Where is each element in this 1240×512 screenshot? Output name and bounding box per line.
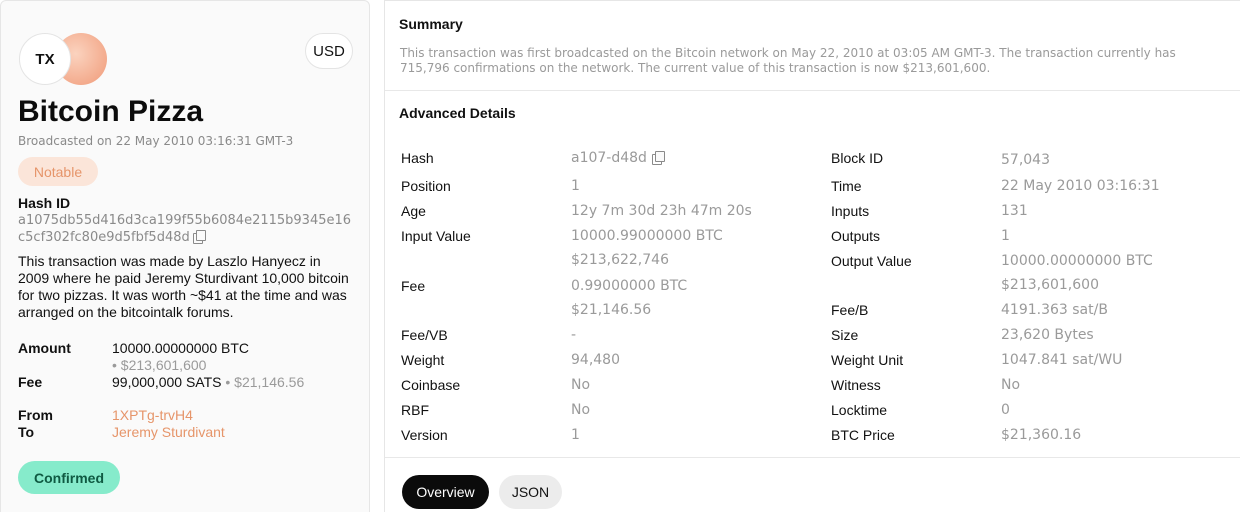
weight-value: 94,480 — [571, 352, 620, 368]
from-address-link[interactable]: 1XPTg-trvH4 — [112, 407, 193, 423]
weight-label: Weight — [401, 352, 445, 368]
tx-avatar: TX — [19, 33, 107, 85]
fee-value-row: 99,000,000 SATS • $21,146.56 — [112, 374, 304, 390]
tab-json[interactable]: JSON — [499, 475, 562, 509]
to-label: To — [18, 424, 35, 440]
witness-label: Witness — [831, 377, 881, 393]
amount-usd: • $213,601,600 — [112, 357, 207, 373]
size-label: Size — [831, 327, 859, 343]
output-value-usd: $213,601,600 — [1001, 277, 1099, 293]
tab-overview[interactable]: Overview — [402, 475, 489, 509]
block-id-link[interactable]: 57,043 — [1001, 152, 1050, 168]
block-id-label: Block ID — [831, 150, 884, 166]
size-value: 23,620 Bytes — [1001, 327, 1094, 343]
fee-usd: • $21,146.56 — [225, 374, 305, 390]
feevb-label: Fee/VB — [401, 327, 448, 343]
fee-label: Fee — [401, 278, 426, 294]
age-label: Age — [401, 203, 426, 219]
coinbase-label: Coinbase — [401, 377, 461, 393]
locktime-label: Locktime — [831, 402, 888, 418]
fee-btc: 0.99000000 BTC — [571, 278, 688, 294]
time-label: Time — [831, 178, 862, 194]
transaction-title: Bitcoin Pizza — [18, 95, 204, 128]
input-value-btc: 10000.99000000 BTC — [571, 228, 723, 244]
from-label: From — [18, 407, 53, 423]
locktime-value: 0 — [1001, 402, 1010, 418]
transaction-card: TX USD Bitcoin Pizza Broadcasted on 22 M… — [0, 0, 370, 512]
hash-value: a107-d48d — [571, 150, 665, 166]
time-value: 22 May 2010 03:16:31 — [1001, 178, 1160, 194]
btc-price-value: $21,360.16 — [1001, 427, 1082, 443]
coinbase-value: No — [571, 377, 591, 393]
summary-title: Summary — [399, 16, 463, 32]
inputs-value: 131 — [1001, 203, 1028, 219]
transaction-description: This transaction was made by Laszlo Hany… — [18, 253, 349, 320]
copy-icon[interactable] — [192, 230, 206, 244]
output-value-label: Output Value — [831, 253, 912, 269]
divider — [385, 90, 1240, 91]
output-value-btc: 10000.00000000 BTC — [1001, 253, 1153, 269]
input-value-label: Input Value — [401, 228, 471, 244]
hash-id-text: a1075db55d416d3ca199f55b6084e2115b9345e1… — [18, 213, 352, 245]
copy-icon[interactable] — [651, 151, 665, 165]
status-badge: Confirmed — [18, 461, 120, 494]
feeb-value: 4191.363 sat/B — [1001, 302, 1108, 318]
outputs-label: Outputs — [831, 228, 881, 244]
feevb-value: - — [571, 327, 577, 343]
btc-price-label: BTC Price — [831, 427, 895, 443]
version-label: Version — [401, 427, 448, 443]
fee-label: Fee — [18, 374, 43, 390]
avatar-label: TX — [19, 33, 71, 85]
to-address-link[interactable]: Jeremy Sturdivant — [112, 424, 225, 440]
position-label: Position — [401, 178, 451, 194]
hash-short: a107-d48d — [571, 150, 647, 166]
input-value-usd: $213,622,746 — [571, 252, 669, 268]
summary-text: This transaction was first broadcasted o… — [400, 46, 1176, 75]
position-value: 1 — [571, 178, 580, 194]
weight-unit-label: Weight Unit — [831, 352, 904, 368]
amount-value: 10000.00000000 BTC — [112, 340, 249, 356]
weight-unit-value: 1047.841 sat/WU — [1001, 352, 1123, 368]
age-value: 12y 7m 30d 23h 47m 20s — [571, 203, 752, 219]
hash-id-value: a1075db55d416d3ca199f55b6084e2115b9345e1… — [18, 212, 358, 246]
rbf-label: RBF — [401, 402, 429, 418]
hash-label: Hash — [401, 150, 434, 166]
hash-id-label: Hash ID — [18, 195, 71, 211]
amount-label: Amount — [18, 340, 71, 356]
witness-value: No — [1001, 377, 1021, 393]
currency-toggle-button[interactable]: USD — [305, 33, 353, 69]
version-value: 1 — [571, 427, 580, 443]
divider — [385, 457, 1240, 458]
fee-usd: $21,146.56 — [571, 302, 652, 318]
details-panel: Summary This transaction was first broad… — [384, 0, 1240, 512]
rbf-value: No — [571, 402, 591, 418]
feeb-label: Fee/B — [831, 302, 869, 318]
broadcast-date: Broadcasted on 22 May 2010 03:16:31 GMT-… — [18, 134, 294, 148]
notable-badge: Notable — [18, 157, 98, 186]
fee-sats: 99,000,000 SATS — [112, 374, 222, 390]
advanced-details-title: Advanced Details — [399, 105, 516, 121]
outputs-value: 1 — [1001, 228, 1010, 244]
inputs-label: Inputs — [831, 203, 870, 219]
